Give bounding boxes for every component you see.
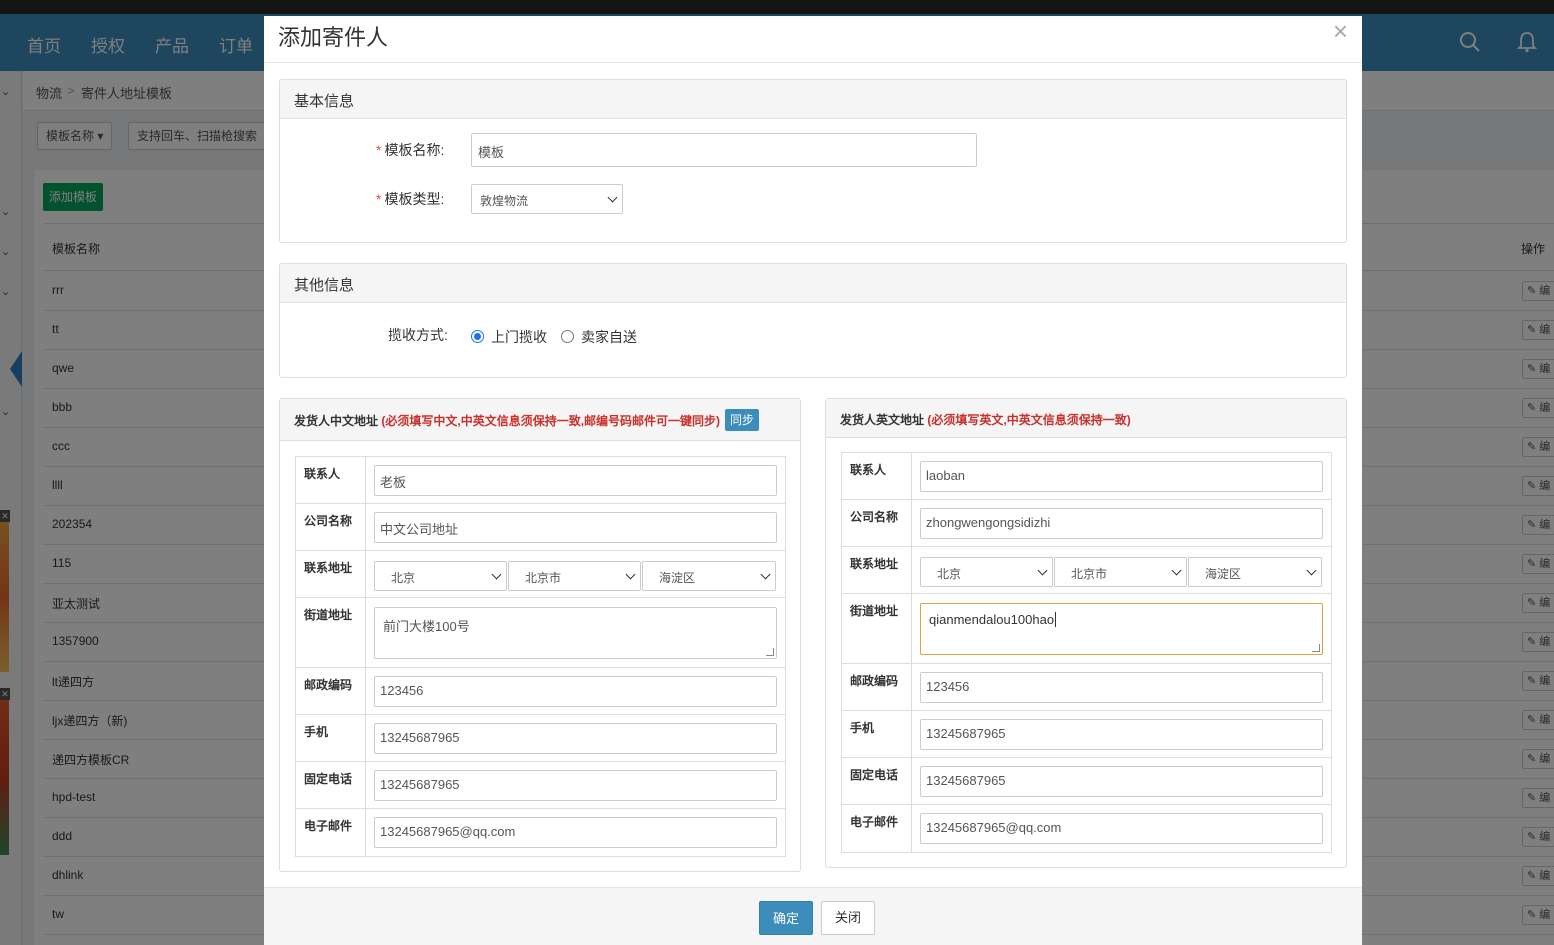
cn-street-textarea[interactable]: 前门大楼100号: [374, 607, 777, 659]
street-label: 街道地址: [296, 598, 366, 667]
address-label: 联系地址: [842, 547, 912, 593]
template-name-input[interactable]: 模板: [471, 133, 977, 167]
cn-mobile-input[interactable]: 13245687965: [374, 723, 777, 754]
other-info-panel: 其他信息 揽收方式: 上门揽收 卖家自送: [279, 263, 1347, 378]
basic-info-heading: 基本信息: [280, 80, 1346, 119]
cn-address-title: 发货人中文地址 (必须填写中文,中英文信息须保持一致,邮编号码邮件可一键同步): [294, 414, 721, 428]
chevron-down-icon: [760, 569, 771, 580]
template-name-label: * 模板名称:: [376, 142, 445, 158]
template-type-label: * 模板类型:: [376, 191, 445, 207]
en-district-select[interactable]: 海淀区: [1188, 557, 1322, 587]
en-email-input[interactable]: 13245687965@qq.com: [920, 813, 1323, 844]
row-divider: [296, 761, 785, 762]
cn-phone-input[interactable]: 13245687965: [374, 770, 777, 801]
email-label: 电子邮件: [296, 809, 366, 857]
en-company-input[interactable]: zhongwengongsidizhi: [920, 508, 1323, 539]
confirm-button[interactable]: 确定: [759, 901, 813, 935]
mobile-label: 手机: [296, 715, 366, 761]
chevron-down-icon: [1037, 565, 1048, 576]
modal-title: 添加寄件人: [278, 25, 389, 50]
radio-self-deliver[interactable]: [561, 330, 574, 343]
pickup-method-label: 揽收方式:: [388, 327, 448, 343]
row-divider: [296, 714, 785, 715]
cn-district-select[interactable]: 海淀区: [642, 561, 776, 591]
mobile-label: 手机: [842, 711, 912, 757]
text-cursor: [1055, 612, 1057, 627]
zip-label: 邮政编码: [842, 664, 912, 710]
street-label: 街道地址: [842, 594, 912, 663]
row-divider: [842, 499, 1331, 500]
cn-city-select[interactable]: 北京市: [508, 561, 641, 591]
company-label: 公司名称: [842, 500, 912, 546]
row-divider: [842, 593, 1331, 594]
en-address-panel: 发货人英文地址 (必须填写英文,中英文信息须保持一致) 联系人 laoban 公…: [825, 398, 1347, 868]
phone-label: 固定电话: [842, 758, 912, 804]
row-divider: [842, 546, 1331, 547]
cn-province-select[interactable]: 北京: [374, 561, 507, 591]
en-phone-input[interactable]: 13245687965: [920, 766, 1323, 797]
modal-footer: 确定 关闭: [264, 887, 1362, 945]
close-button[interactable]: 关闭: [821, 901, 875, 935]
cn-zip-input[interactable]: 123456: [374, 676, 777, 707]
address-label: 联系地址: [296, 551, 366, 597]
row-divider: [842, 804, 1331, 805]
en-contact-input[interactable]: laoban: [920, 461, 1323, 492]
row-divider: [842, 663, 1331, 664]
en-address-title: 发货人英文地址 (必须填写英文,中英文信息须保持一致): [840, 413, 1131, 427]
row-divider: [296, 667, 785, 668]
chevron-down-icon: [1306, 565, 1317, 576]
add-sender-modal: 添加寄件人 × 基本信息 * 模板名称: 模板 * 模板类型: 敦煌物流 其他信息 …: [264, 16, 1362, 945]
cn-email-input[interactable]: 13245687965@qq.com: [374, 817, 777, 848]
basic-info-panel: 基本信息 * 模板名称: 模板 * 模板类型: 敦煌物流: [279, 79, 1347, 243]
sync-button[interactable]: 同步: [725, 409, 760, 431]
company-label: 公司名称: [296, 504, 366, 550]
cn-company-input[interactable]: 中文公司地址: [374, 512, 777, 543]
cn-address-header: 发货人中文地址 (必须填写中文,中英文信息须保持一致,邮编号码邮件可一键同步) …: [280, 399, 800, 441]
chevron-down-icon: [1171, 565, 1182, 576]
row-divider: [842, 757, 1331, 758]
row-divider: [296, 550, 785, 551]
zip-label: 邮政编码: [296, 668, 366, 714]
cn-address-panel: 发货人中文地址 (必须填写中文,中英文信息须保持一致,邮编号码邮件可一键同步) …: [279, 398, 801, 872]
row-divider: [296, 503, 785, 504]
en-mobile-input[interactable]: 13245687965: [920, 719, 1323, 750]
resize-handle-icon[interactable]: [1312, 644, 1320, 652]
en-address-form: 联系人 laoban 公司名称 zhongwengongsidizhi 联系地址…: [841, 452, 1332, 853]
chevron-down-icon: [625, 569, 636, 580]
contact-label: 联系人: [296, 457, 366, 503]
cn-address-form: 联系人 老板 公司名称 中文公司地址 联系地址 北京 北京市 海淀区 街道地址 …: [295, 456, 786, 857]
en-zip-input[interactable]: 123456: [920, 672, 1323, 703]
phone-label: 固定电话: [296, 762, 366, 808]
en-city-select[interactable]: 北京市: [1054, 557, 1187, 587]
chevron-down-icon: [607, 192, 618, 203]
contact-label: 联系人: [842, 453, 912, 499]
en-street-textarea[interactable]: qianmendalou100hao: [920, 603, 1323, 655]
radio-pickup-label[interactable]: 上门揽收: [491, 327, 547, 347]
close-icon[interactable]: ×: [1333, 18, 1348, 44]
row-divider: [842, 710, 1331, 711]
radio-self-deliver-label[interactable]: 卖家自送: [581, 327, 637, 347]
cn-contact-input[interactable]: 老板: [374, 465, 777, 496]
other-info-heading: 其他信息: [280, 264, 1346, 303]
en-province-select[interactable]: 北京: [920, 557, 1053, 587]
email-label: 电子邮件: [842, 805, 912, 853]
resize-handle-icon[interactable]: [766, 648, 774, 656]
en-address-header: 发货人英文地址 (必须填写英文,中英文信息须保持一致): [826, 399, 1346, 438]
chevron-down-icon: [491, 569, 502, 580]
radio-pickup[interactable]: [471, 330, 484, 343]
template-type-select[interactable]: 敦煌物流: [471, 184, 623, 214]
modal-header: 添加寄件人 ×: [264, 16, 1362, 63]
row-divider: [296, 597, 785, 598]
row-divider: [296, 808, 785, 809]
